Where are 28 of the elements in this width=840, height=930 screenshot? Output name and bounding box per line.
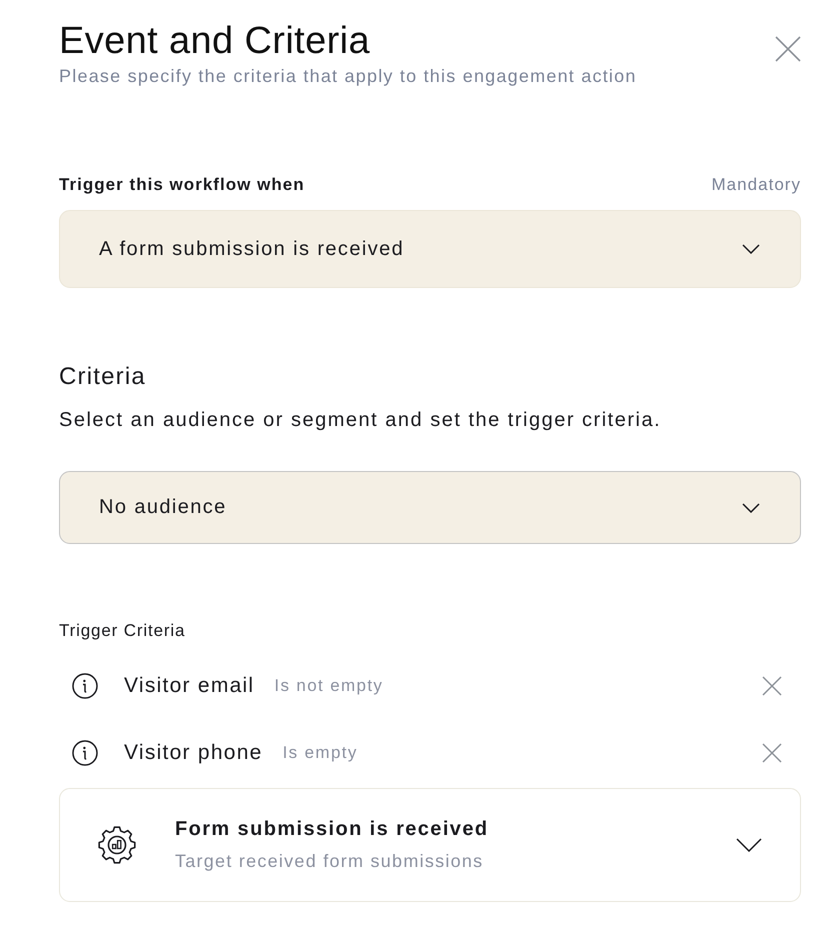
section-description: Select an audience or segment and set the trigger criteria. xyxy=(59,408,662,433)
mandatory-label: Mandatory xyxy=(712,175,801,195)
chevron-down-icon xyxy=(742,502,760,512)
close-button[interactable] xyxy=(775,36,801,62)
chevron-down-icon xyxy=(736,838,762,852)
field-label: Trigger this workflow when xyxy=(59,175,305,195)
dropdown-select[interactable]: No audience xyxy=(59,471,801,544)
dialog-title: Event and Criteria xyxy=(59,19,371,64)
criteria-field: Visitor email xyxy=(124,674,254,698)
dialog-subtitle: Please specify the criteria that apply to this engagement action xyxy=(59,65,637,88)
criteria-condition: Is not empty xyxy=(274,676,384,696)
gear-chart-icon xyxy=(98,826,136,864)
close-icon xyxy=(762,743,782,763)
event-description: Target received form submissions xyxy=(175,851,484,872)
dropdown-select[interactable]: A form submission is received xyxy=(59,210,801,288)
info-icon xyxy=(72,673,98,699)
info-icon xyxy=(72,740,98,766)
section-heading: Criteria xyxy=(59,362,147,392)
criteria-field: Visitor phone xyxy=(124,741,263,765)
close-icon xyxy=(775,36,801,62)
remove-button[interactable] xyxy=(762,676,782,696)
subsection-heading: Trigger Criteria xyxy=(59,620,186,642)
criteria-condition: Is empty xyxy=(282,743,358,763)
chevron-down-icon xyxy=(742,244,760,254)
event-title: Form submission is received xyxy=(175,818,490,841)
event-card[interactable]: Form submission is received Target received form submissions xyxy=(59,788,801,902)
close-icon xyxy=(762,676,782,696)
remove-button[interactable] xyxy=(762,743,782,763)
